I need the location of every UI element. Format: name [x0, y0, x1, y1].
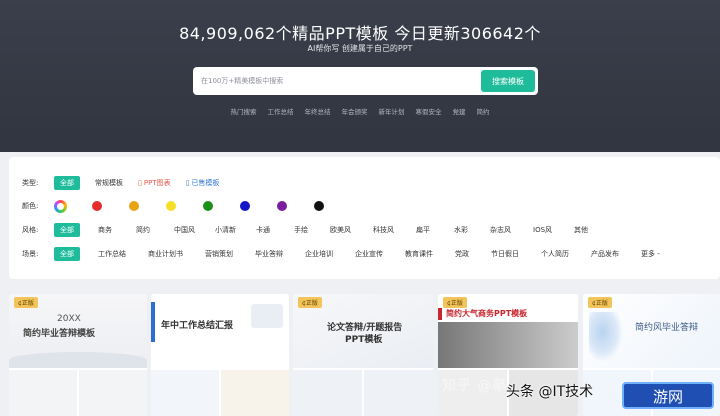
style-option[interactable]: 欧美风 — [330, 223, 351, 237]
scene-option[interactable]: 教育课件 — [405, 247, 433, 261]
template-thumb — [293, 370, 362, 416]
scene-option[interactable]: 产品发布 — [591, 247, 619, 261]
filter-row-scene: 场景: 全部 工作总结 商业计划书 营销策划 毕业答辩 企业培训 企业宣传 教育… — [22, 247, 674, 261]
cover-title: 简约大气商务PPT模板 — [446, 309, 528, 318]
template-thumbs — [293, 370, 433, 416]
cover-photo — [438, 322, 578, 368]
hot-tag[interactable]: 工作总结 — [268, 106, 294, 116]
template-thumb — [9, 370, 77, 416]
style-option[interactable]: 简约 — [136, 223, 150, 237]
cover-wave — [9, 352, 147, 368]
color-option-black[interactable] — [314, 201, 324, 211]
color-option-yellow[interactable] — [166, 201, 176, 211]
template-card[interactable]: ¢正版 论文答辩/开题报告 PPT模板 — [293, 294, 433, 416]
cover-leaf — [589, 312, 623, 362]
style-option[interactable]: 扁平 — [416, 223, 430, 237]
scene-option[interactable]: 工作总结 — [98, 247, 126, 261]
style-option-all[interactable]: 全部 — [54, 223, 80, 237]
hero-title: 84,909,062个精品PPT模板 今日更新306642个 — [179, 24, 541, 43]
scene-option[interactable]: 营销策划 — [205, 247, 233, 261]
license-badge: ¢正版 — [443, 297, 467, 308]
color-option-all-icon[interactable] — [54, 199, 67, 213]
filter-row-type: 类型: 全部 常规模板 PPT图表 已售模板 — [22, 176, 234, 190]
color-option-blue[interactable] — [240, 201, 250, 211]
hot-tag[interactable]: 年会颁奖 — [342, 106, 368, 116]
template-card[interactable]: ¢正版 20XX 简约毕业答辩模板 — [9, 294, 147, 416]
cover-title: 20XX — [57, 314, 81, 324]
license-badge: ¢正版 — [298, 297, 322, 308]
template-cover: 年中工作总结汇报 — [151, 294, 289, 368]
filter-label-color: 颜色: — [22, 202, 39, 210]
type-option-sold[interactable]: 已售模板 — [186, 176, 219, 190]
hot-tags: 热门搜索 工作总结 年终总结 年会颁奖 新年计划 寒假安全 党建 简约 — [0, 106, 720, 116]
search-box: 搜索模板 — [193, 67, 538, 95]
watermark-faint: 知乎 @摹 — [442, 378, 508, 394]
hero-subtitle: AI帮你写 创建属于自己的PPT — [307, 44, 413, 53]
template-thumbs — [151, 370, 289, 416]
filter-panel: 类型: 全部 常规模板 PPT图表 已售模板 颜色: 风格: 全部 商务 简约 … — [9, 157, 720, 279]
template-thumbs — [9, 370, 147, 416]
style-option[interactable]: 其他 — [574, 223, 588, 237]
scene-option[interactable]: 个人简历 — [541, 247, 569, 261]
hot-tag[interactable]: 简约 — [477, 106, 490, 116]
filter-label-scene: 场景: — [22, 250, 39, 258]
style-option[interactable]: 小清新 — [215, 223, 236, 237]
color-option-orange[interactable] — [129, 201, 139, 211]
hot-tags-label: 热门搜索 — [230, 108, 257, 116]
template-thumb — [364, 370, 433, 416]
color-option-green[interactable] — [203, 201, 213, 211]
scene-option[interactable]: 节日假日 — [491, 247, 519, 261]
license-badge: ¢正版 — [588, 297, 612, 308]
style-option[interactable]: 水彩 — [454, 223, 468, 237]
template-card[interactable]: 年中工作总结汇报 — [151, 294, 289, 416]
scene-option[interactable]: 企业培训 — [305, 247, 333, 261]
style-option[interactable]: 中国风 — [174, 223, 195, 237]
scene-option[interactable]: 党政 — [455, 247, 469, 261]
type-option-regular[interactable]: 常规模板 — [95, 176, 123, 190]
style-option[interactable]: 卡通 — [256, 223, 270, 237]
filter-label-style: 风格: — [22, 226, 39, 234]
style-option[interactable]: 杂志风 — [490, 223, 511, 237]
hot-tag[interactable]: 党建 — [453, 106, 466, 116]
filter-row-style: 风格: 全部 商务 简约 中国风 小清新 卡通 手绘 欧美风 科技风 扁平 水彩… — [22, 223, 602, 237]
search-button[interactable]: 搜索模板 — [481, 70, 535, 92]
type-option-ppt-chart[interactable]: PPT图表 — [138, 176, 171, 190]
type-option-all[interactable]: 全部 — [54, 176, 80, 190]
cover-image — [251, 304, 283, 328]
cover-accent — [151, 302, 155, 342]
style-option[interactable]: 手绘 — [294, 223, 308, 237]
filter-row-color: 颜色: — [22, 199, 351, 213]
scene-option-all[interactable]: 全部 — [54, 247, 80, 261]
hot-tag[interactable]: 寒假安全 — [416, 106, 442, 116]
template-thumb — [221, 370, 289, 416]
license-badge: ¢正版 — [14, 297, 38, 308]
watermark-logo: 游网 — [622, 382, 714, 409]
watermark-main: 头条 @IT技术 — [506, 384, 594, 400]
cover-title: 简约风毕业答辩 — [635, 323, 699, 333]
color-option-purple[interactable] — [277, 201, 287, 211]
color-option-red[interactable] — [92, 201, 102, 211]
style-option[interactable]: 商务 — [98, 223, 112, 237]
template-thumb — [79, 370, 147, 416]
template-thumb — [151, 370, 219, 416]
cover-title: 年中工作总结汇报 — [161, 321, 234, 331]
scene-option[interactable]: 企业宣传 — [355, 247, 383, 261]
style-option[interactable]: IOS风 — [533, 223, 552, 237]
hot-tag[interactable]: 新年计划 — [379, 106, 405, 116]
template-grid: ¢正版 20XX 简约毕业答辩模板 年中工作总结汇报 ¢正版 论文答辩/开题报告… — [0, 294, 720, 416]
hero-banner: 84,909,062个精品PPT模板 今日更新306642个 AI帮你写 创建属… — [0, 0, 720, 152]
hot-tag[interactable]: 年终总结 — [305, 106, 331, 116]
scene-option[interactable]: 商业计划书 — [148, 247, 183, 261]
search-input[interactable] — [193, 67, 473, 95]
cover-subtitle: 简约毕业答辩模板 — [23, 329, 96, 339]
filter-label-type: 类型: — [22, 179, 39, 187]
cover-accent — [438, 308, 442, 320]
style-option[interactable]: 科技风 — [373, 223, 394, 237]
cover-subtitle: PPT模板 — [345, 335, 383, 345]
scene-option[interactable]: 毕业答辩 — [255, 247, 283, 261]
scene-more-button[interactable]: 更多 - — [641, 247, 660, 261]
